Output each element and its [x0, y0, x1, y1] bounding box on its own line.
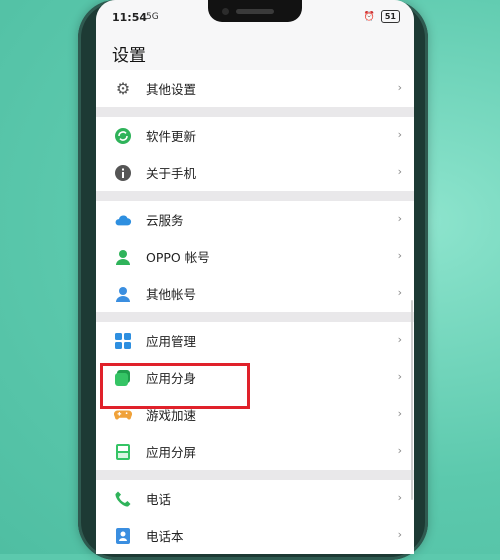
title-bar: 设置	[96, 32, 414, 70]
settings-item-software-update[interactable]: 软件更新 ›	[96, 117, 414, 154]
settings-group-other: ⚙ 其他设置 ›	[96, 70, 414, 107]
status-time: 11:54	[112, 11, 148, 24]
gear-icon: ⚙	[115, 78, 131, 98]
chevron-right-icon: ›	[397, 128, 402, 141]
grid-icon	[114, 332, 132, 350]
chevron-right-icon: ›	[397, 286, 402, 299]
chevron-right-icon: ›	[397, 407, 402, 420]
chevron-right-icon: ›	[397, 249, 402, 262]
phone-screen: 11:54 5G ⏰ 51 设置 ⚙ 其他设置 › 软件更新 › 关于手机 › …	[96, 0, 414, 554]
settings-item-label: 其他设置	[146, 82, 197, 97]
chevron-right-icon: ›	[397, 528, 402, 541]
settings-item-about-phone[interactable]: 关于手机 ›	[96, 154, 414, 191]
settings-item-label: 电话本	[146, 529, 184, 544]
settings-item-cloud-service[interactable]: 云服务 ›	[96, 201, 414, 238]
notch	[208, 0, 302, 22]
chevron-right-icon: ›	[397, 165, 402, 178]
group-divider	[96, 107, 414, 117]
user-icon	[114, 285, 132, 303]
settings-item-phone[interactable]: 电话 ›	[96, 480, 414, 517]
settings-item-label: 应用分屏	[146, 445, 197, 460]
split-screen-icon	[114, 443, 132, 461]
group-divider	[96, 470, 414, 480]
settings-item-label: 关于手机	[146, 166, 197, 181]
camera-dot	[222, 8, 229, 15]
group-divider	[96, 191, 414, 201]
settings-item-app-management[interactable]: 应用管理 ›	[96, 322, 414, 359]
highlight-box	[100, 363, 250, 409]
signal-icon: 5G	[146, 12, 159, 22]
chevron-right-icon: ›	[397, 370, 402, 383]
status-right: ⏰ 51	[364, 10, 400, 23]
group-divider	[96, 312, 414, 322]
cloud-icon	[114, 211, 132, 229]
settings-item-contacts[interactable]: 电话本 ›	[96, 517, 414, 554]
chevron-right-icon: ›	[397, 81, 402, 94]
scrollbar[interactable]	[411, 300, 413, 500]
contacts-icon	[114, 527, 132, 545]
settings-item-label: 应用管理	[146, 334, 197, 349]
settings-group-phone: 电话 › 电话本 ›	[96, 480, 414, 554]
refresh-icon	[114, 127, 132, 145]
settings-group-accounts: 云服务 › OPPO 帐号 › 其他帐号 ›	[96, 201, 414, 312]
alarm-icon: ⏰	[363, 11, 375, 22]
settings-group-system: 软件更新 › 关于手机 ›	[96, 117, 414, 191]
settings-item-other-settings[interactable]: ⚙ 其他设置 ›	[96, 70, 414, 107]
settings-item-oppo-account[interactable]: OPPO 帐号 ›	[96, 238, 414, 275]
settings-item-split-screen[interactable]: 应用分屏 ›	[96, 433, 414, 470]
speaker-grille	[236, 9, 274, 14]
settings-item-label: 云服务	[146, 213, 184, 228]
page-title: 设置	[112, 46, 146, 66]
chevron-right-icon: ›	[397, 491, 402, 504]
chevron-right-icon: ›	[397, 333, 402, 346]
battery-icon: 51	[380, 10, 400, 23]
settings-item-label: 软件更新	[146, 129, 197, 144]
settings-item-label: OPPO 帐号	[146, 250, 210, 265]
settings-item-other-accounts[interactable]: 其他帐号 ›	[96, 275, 414, 312]
user-icon	[114, 248, 132, 266]
info-icon	[114, 164, 132, 182]
settings-item-label: 其他帐号	[146, 287, 197, 302]
chevron-right-icon: ›	[397, 212, 402, 225]
settings-item-label: 电话	[146, 492, 172, 507]
phone-icon	[114, 490, 132, 508]
chevron-right-icon: ›	[397, 444, 402, 457]
